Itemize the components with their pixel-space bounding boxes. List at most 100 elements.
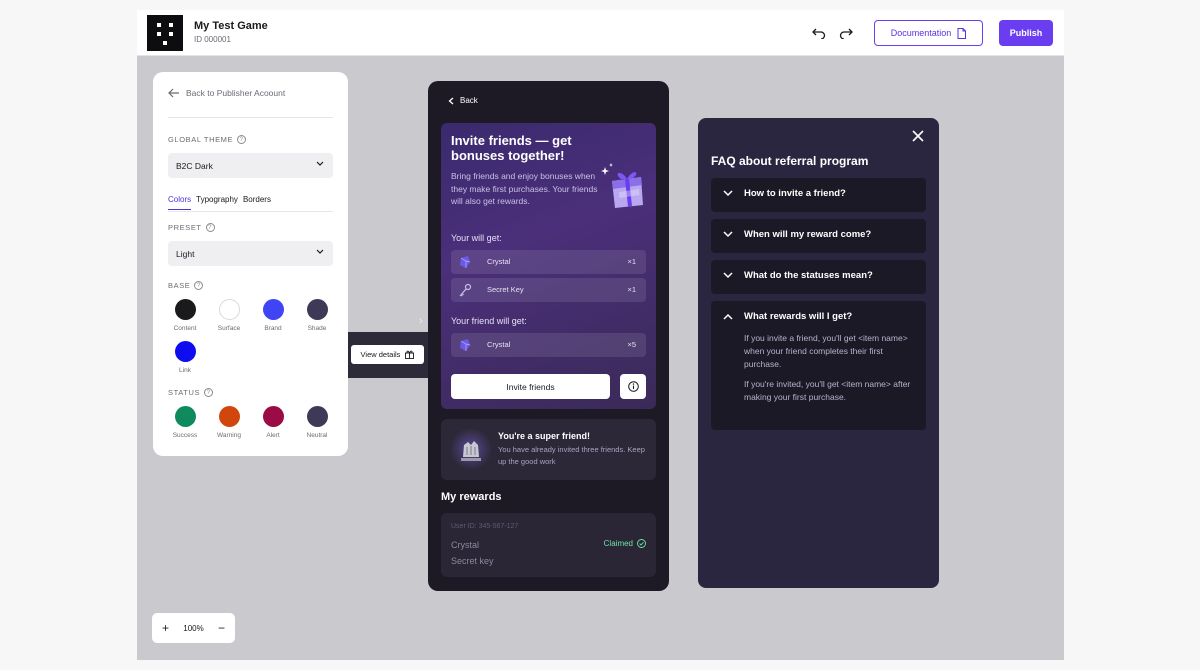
help-icon[interactable]: ?: [205, 223, 215, 232]
publish-button[interactable]: Publish: [999, 20, 1053, 46]
help-icon[interactable]: ?: [204, 388, 214, 397]
help-icon[interactable]: ?: [194, 281, 204, 290]
preset-label: PRESET ?: [168, 223, 215, 232]
faq-item-expanded[interactable]: What rewards will I get? If you invite a…: [711, 301, 926, 430]
faq-answer: If you invite a friend, you'll get <item…: [744, 333, 908, 369]
swatch-color[interactable]: [174, 341, 196, 362]
gift-box-icon: [601, 163, 643, 208]
swatch-label: Surface: [217, 325, 241, 332]
back-button[interactable]: Back: [448, 96, 478, 105]
base-text: BASE: [168, 281, 191, 290]
my-rewards-heading: My rewards: [441, 491, 502, 503]
color-swatch-brand[interactable]: Brand: [251, 299, 295, 332]
faq-panel: FAQ about referral program How to invite…: [698, 118, 939, 588]
swatch-label: Content: [173, 325, 197, 332]
theme-settings-panel: Back to Publisher Acoount GLOBAL THEME ?…: [153, 72, 348, 456]
swatch-color[interactable]: [306, 299, 328, 320]
divider: [168, 117, 333, 118]
reward-name: Secret Key: [487, 285, 524, 294]
swatch-color[interactable]: [306, 406, 328, 427]
tabs-divider: [168, 211, 333, 212]
invite-description: Bring friends and enjoy bonuses when the…: [451, 171, 598, 206]
redo-icon[interactable]: [837, 24, 855, 42]
faq-item[interactable]: What do the statuses mean?: [711, 260, 926, 294]
status-label: STATUS ?: [168, 388, 214, 397]
crystal-icon: [460, 256, 471, 268]
color-swatch-content[interactable]: Content: [163, 299, 207, 332]
zoom-out-button[interactable]: −: [218, 621, 225, 635]
reward-row: Crystal ×1: [451, 250, 646, 274]
undo-icon[interactable]: [810, 24, 828, 42]
claimed-label: Claimed: [603, 539, 633, 548]
chevron-down-icon: [723, 272, 733, 279]
preset-select[interactable]: Light: [168, 241, 333, 266]
history-item: Crystal: [451, 540, 480, 550]
swatch-color[interactable]: [262, 406, 284, 427]
chevron-down-icon: [316, 249, 324, 254]
swatch-color[interactable]: [174, 299, 196, 320]
trophy-image: [451, 429, 491, 469]
status-text: STATUS: [168, 388, 201, 397]
swatch-color[interactable]: [174, 406, 196, 427]
chevron-up-icon: [723, 313, 733, 320]
tab-colors[interactable]: Colors: [168, 195, 192, 210]
check-circle-icon: [637, 539, 646, 548]
crystal-icon: [460, 339, 471, 351]
preset-value: Light: [176, 248, 195, 259]
swatch-color[interactable]: [262, 299, 284, 320]
chevron-down-icon: [723, 190, 733, 197]
global-theme-text: GLOBAL THEME: [168, 135, 234, 144]
zoom-in-button[interactable]: +: [162, 621, 169, 635]
document-icon: [957, 27, 967, 39]
faq-question: How to invite a friend?: [744, 188, 846, 199]
chevron-down-icon: [723, 231, 733, 238]
global-theme-value: B2C Dark: [176, 160, 213, 171]
user-id: User ID: 345-567-127: [451, 523, 519, 530]
swatch-label: Shade: [307, 325, 327, 332]
swatch-label: Link: [179, 367, 191, 374]
info-button[interactable]: [620, 374, 646, 399]
view-details-label: View details: [360, 350, 401, 359]
game-id: ID 000001: [194, 35, 231, 44]
color-swatch-link[interactable]: Link: [163, 341, 207, 374]
base-label: BASE ?: [168, 281, 204, 290]
color-swatch-neutral[interactable]: Neutral: [295, 406, 339, 439]
chevron-down-icon: [316, 161, 324, 166]
close-icon[interactable]: [910, 128, 926, 144]
super-friend-title: You're a super friend!: [498, 431, 590, 441]
color-swatch-surface[interactable]: Surface: [207, 299, 251, 332]
app-canvas: My Test Game ID 000001 Documentation Pub…: [137, 10, 1064, 660]
color-swatch-shade[interactable]: Shade: [295, 299, 339, 332]
back-label: Back: [460, 96, 478, 105]
tab-borders[interactable]: Borders: [243, 195, 271, 210]
zoom-control: + 100% −: [152, 613, 235, 643]
key-icon: [459, 283, 472, 297]
tab-typography[interactable]: Typography: [196, 195, 238, 210]
swatch-color[interactable]: [218, 299, 240, 320]
top-bar: My Test Game ID 000001 Documentation Pub…: [137, 10, 1064, 56]
theme-tabs: Colors Typography Borders: [168, 195, 276, 210]
reward-name: Crystal: [487, 340, 511, 349]
view-details-button[interactable]: View details: [351, 345, 424, 364]
invite-friends-button[interactable]: Invite friends: [451, 374, 610, 399]
faq-item[interactable]: When will my reward come?: [711, 219, 926, 253]
swatch-color[interactable]: [218, 406, 240, 427]
invite-title: Invite friends — get bonuses together!: [451, 133, 572, 163]
color-swatch-success[interactable]: Success: [163, 406, 207, 439]
global-theme-select[interactable]: B2C Dark: [168, 153, 333, 178]
back-to-publisher-link[interactable]: Back to Publisher Acoount: [168, 88, 285, 98]
zoom-level: 100%: [183, 623, 204, 633]
info-icon: [627, 381, 639, 392]
color-swatch-warning[interactable]: Warning: [207, 406, 251, 439]
faq-question: What do the statuses mean?: [744, 270, 873, 281]
reward-quantity: ×1: [627, 285, 636, 294]
swatch-label: Success: [172, 432, 198, 439]
help-icon[interactable]: ?: [237, 135, 247, 144]
global-theme-label: GLOBAL THEME ?: [168, 135, 247, 144]
faq-item[interactable]: How to invite a friend?: [711, 178, 926, 212]
referral-preview-screen: Back Invite friends — get bonuses togeth…: [428, 81, 669, 591]
color-swatch-alert[interactable]: Alert: [251, 406, 295, 439]
documentation-button[interactable]: Documentation: [874, 20, 983, 46]
reward-quantity: ×1: [627, 257, 636, 266]
swatch-label: Neutral: [306, 432, 328, 439]
